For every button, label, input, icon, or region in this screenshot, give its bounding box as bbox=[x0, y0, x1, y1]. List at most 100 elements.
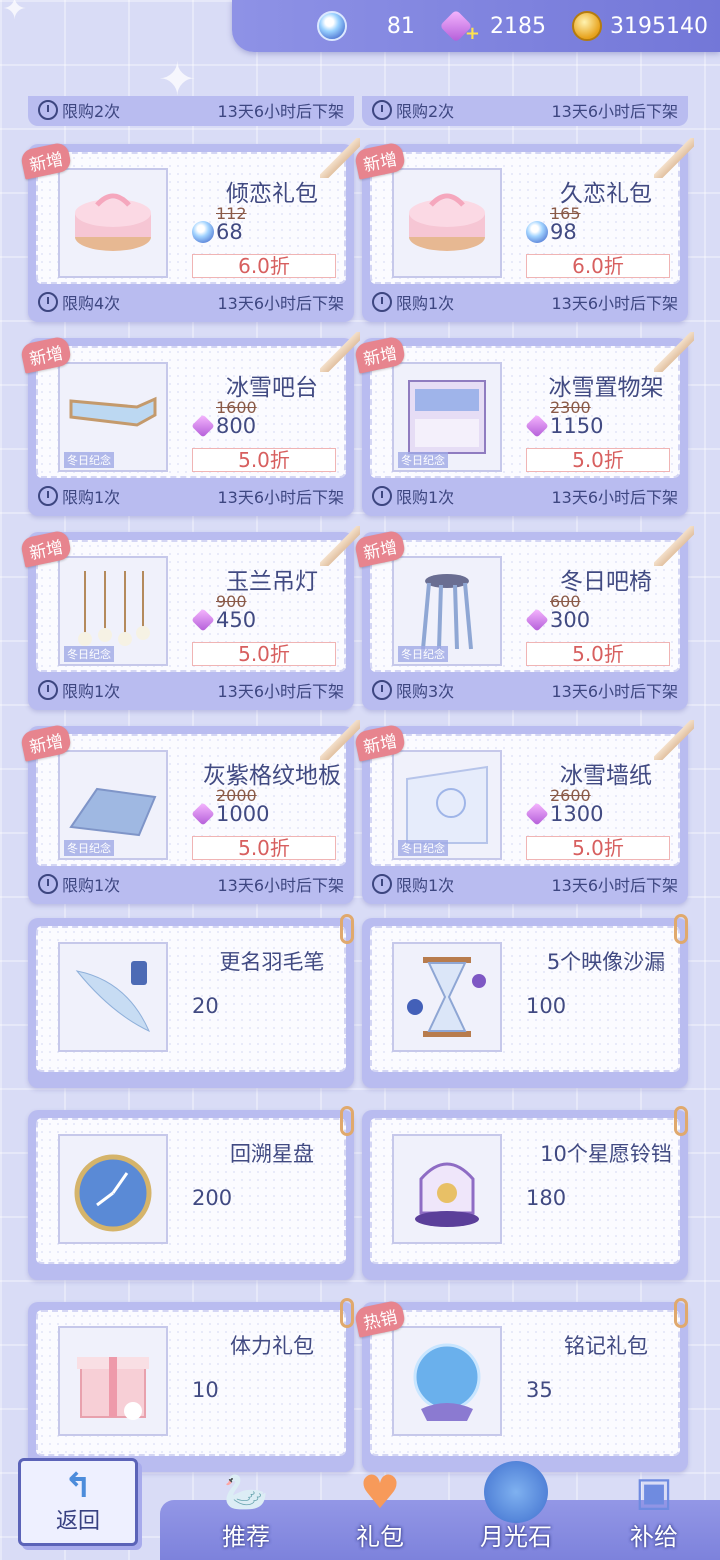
shop-item-card[interactable]: 冬日纪念 冬日吧椅 600 300 5.0折 新增 限购3次 13天6小时后下架 bbox=[353, 526, 694, 710]
item-thumbnail[interactable] bbox=[58, 168, 168, 278]
item-thumbnail[interactable] bbox=[392, 1326, 502, 1436]
shop-item-card[interactable]: 冬日纪念 玉兰吊灯 900 450 5.0折 新增 限购1次 13天6小时后下架 bbox=[19, 526, 360, 710]
clock-icon bbox=[372, 100, 392, 120]
currency-crystal[interactable]: + 2185 bbox=[439, 9, 546, 44]
paperclip-icon bbox=[674, 1106, 688, 1136]
partial-card: 限购2次 13天6小时后下架 bbox=[28, 96, 354, 126]
item-panel: 久恋礼包 165 98 6.0折 bbox=[370, 152, 680, 284]
item-name: 10个星愿铃铛 bbox=[540, 1142, 672, 1166]
item-name: 5个映像沙漏 bbox=[546, 950, 666, 974]
crystal-icon bbox=[525, 608, 549, 632]
ribbon-decoration bbox=[320, 138, 360, 178]
price-value: 800 bbox=[216, 414, 257, 438]
purchase-limit: 限购1次 bbox=[62, 682, 121, 701]
purchase-limit: 限购1次 bbox=[396, 488, 455, 507]
item-thumbnail[interactable] bbox=[392, 168, 502, 278]
wallpaper-icon bbox=[401, 759, 493, 851]
item-thumbnail[interactable]: 冬日纪念 bbox=[58, 750, 168, 860]
expiry-time: 13天6小时后下架 bbox=[551, 102, 678, 121]
purchase-limit: 限购2次 bbox=[62, 102, 121, 121]
star-decoration: ✦ bbox=[2, 0, 28, 27]
item-panel: 冬日纪念 冰雪墙纸 2600 1300 5.0折 bbox=[370, 734, 680, 866]
purchase-limit: 限购1次 bbox=[396, 294, 455, 313]
item-thumbnail[interactable] bbox=[58, 1134, 168, 1244]
purchase-limit: 限购2次 bbox=[396, 102, 455, 121]
shop-item-card[interactable]: 冬日纪念 灰紫格纹地板 2000 1000 5.0折 新增 限购1次 13天6小… bbox=[19, 720, 360, 904]
item-thumbnail[interactable] bbox=[392, 1134, 502, 1244]
item-name: 久恋礼包 bbox=[560, 181, 652, 207]
item-tag: 冬日纪念 bbox=[398, 646, 448, 662]
back-button[interactable]: ↰ 返回 bbox=[18, 1458, 138, 1546]
tab-gift-pack[interactable]: ♥ 礼包 bbox=[320, 1461, 440, 1552]
price-value: 300 bbox=[550, 608, 591, 632]
expiry-time: 13天6小时后下架 bbox=[551, 488, 678, 507]
shop-item-card[interactable]: 回溯星盘 200 bbox=[28, 1106, 354, 1280]
shop-item-card[interactable]: 10个星愿铃铛 180 bbox=[362, 1106, 688, 1280]
back-arrow-icon: ↰ bbox=[63, 1466, 93, 1506]
hearts-icon: ♥ bbox=[359, 1465, 401, 1519]
pendant-lamp-icon bbox=[67, 565, 159, 657]
shop-item-card[interactable]: 更名羽毛笔 20 bbox=[28, 914, 354, 1088]
price-value: 68 bbox=[216, 220, 243, 244]
purchase-limit: 限购1次 bbox=[62, 488, 121, 507]
tab-moonstone[interactable]: 月光石 bbox=[456, 1461, 576, 1552]
tab-label: 月光石 bbox=[480, 1523, 552, 1551]
tab-recommend[interactable]: 🦢 推荐 bbox=[186, 1461, 306, 1552]
clock-icon bbox=[38, 874, 58, 894]
shop-item-card[interactable]: 冬日纪念 冰雪墙纸 2600 1300 5.0折 新增 限购1次 13天6小时后… bbox=[353, 720, 694, 904]
item-panel: 5个映像沙漏 100 bbox=[370, 926, 680, 1072]
shopping-bag-icon: ▣ bbox=[635, 1469, 673, 1515]
item-name: 倾恋礼包 bbox=[226, 181, 318, 207]
discount-label: 5.0折 bbox=[526, 642, 670, 666]
item-name: 冰雪墙纸 bbox=[560, 763, 652, 789]
item-name: 体力礼包 bbox=[230, 1334, 314, 1358]
item-thumbnail[interactable]: 冬日纪念 bbox=[392, 556, 502, 666]
item-thumbnail[interactable]: 冬日纪念 bbox=[392, 362, 502, 472]
purchase-limit: 限购4次 bbox=[62, 294, 121, 313]
item-price: 200 bbox=[192, 1186, 232, 1210]
currency-diamond[interactable]: 81 bbox=[316, 11, 415, 41]
item-price: 98 bbox=[526, 220, 577, 244]
purchase-limit: 限购1次 bbox=[62, 876, 121, 895]
item-panel: 冬日纪念 灰紫格纹地板 2000 1000 5.0折 bbox=[36, 734, 346, 866]
item-panel: 倾恋礼包 112 68 6.0折 bbox=[36, 152, 346, 284]
swan-icon: 🦢 bbox=[223, 1472, 269, 1513]
item-tag: 冬日纪念 bbox=[398, 840, 448, 856]
shop-item-card[interactable]: 冬日纪念 冰雪吧台 1600 800 5.0折 新增 限购1次 13天6小时后下… bbox=[19, 332, 360, 516]
diamond-amount: 81 bbox=[386, 13, 415, 39]
discount-label: 5.0折 bbox=[526, 836, 670, 860]
purchase-limit: 限购3次 bbox=[396, 682, 455, 701]
paperclip-icon bbox=[674, 914, 688, 944]
shop-item-card[interactable]: 冬日纪念 冰雪置物架 2300 1150 5.0折 新增 限购1次 13天6小时… bbox=[353, 332, 694, 516]
item-thumbnail[interactable]: 冬日纪念 bbox=[58, 362, 168, 472]
item-name: 回溯星盘 bbox=[230, 1142, 314, 1166]
item-price: 1300 bbox=[525, 802, 604, 826]
expiry-time: 13天6小时后下架 bbox=[217, 294, 344, 313]
shop-item-card[interactable]: 倾恋礼包 112 68 6.0折 新增 限购4次 13天6小时后下架 bbox=[19, 138, 360, 322]
item-panel: 体力礼包 10 bbox=[36, 1310, 346, 1456]
item-name: 玉兰吊灯 bbox=[226, 569, 318, 595]
item-thumbnail[interactable] bbox=[58, 942, 168, 1052]
price-value: 200 bbox=[192, 1186, 233, 1210]
shop-item-card[interactable]: 久恋礼包 165 98 6.0折 新增 限购1次 13天6小时后下架 bbox=[353, 138, 694, 322]
currency-gold[interactable]: 3195140 bbox=[572, 11, 708, 41]
tab-supply[interactable]: ▣ 补给 bbox=[594, 1461, 714, 1552]
tab-label: 补给 bbox=[630, 1523, 678, 1551]
item-price: 100 bbox=[526, 994, 566, 1018]
item-thumbnail[interactable]: 冬日纪念 bbox=[58, 556, 168, 666]
item-price: 1000 bbox=[191, 802, 270, 826]
ribbon-decoration bbox=[320, 332, 360, 372]
expiry-time: 13天6小时后下架 bbox=[551, 682, 678, 701]
floor-tile-icon bbox=[67, 759, 159, 851]
item-thumbnail[interactable] bbox=[392, 942, 502, 1052]
price-value: 1150 bbox=[550, 414, 604, 438]
partial-card: 限购2次 13天6小时后下架 bbox=[362, 96, 688, 126]
price-value: 1000 bbox=[216, 802, 270, 826]
shop-item-card[interactable]: 5个映像沙漏 100 bbox=[362, 914, 688, 1088]
price-value: 1300 bbox=[550, 802, 604, 826]
item-name: 更名羽毛笔 bbox=[219, 950, 325, 974]
price-value: 98 bbox=[550, 220, 577, 244]
clock-icon bbox=[372, 680, 392, 700]
item-thumbnail[interactable]: 冬日纪念 bbox=[392, 750, 502, 860]
item-thumbnail[interactable] bbox=[58, 1326, 168, 1436]
